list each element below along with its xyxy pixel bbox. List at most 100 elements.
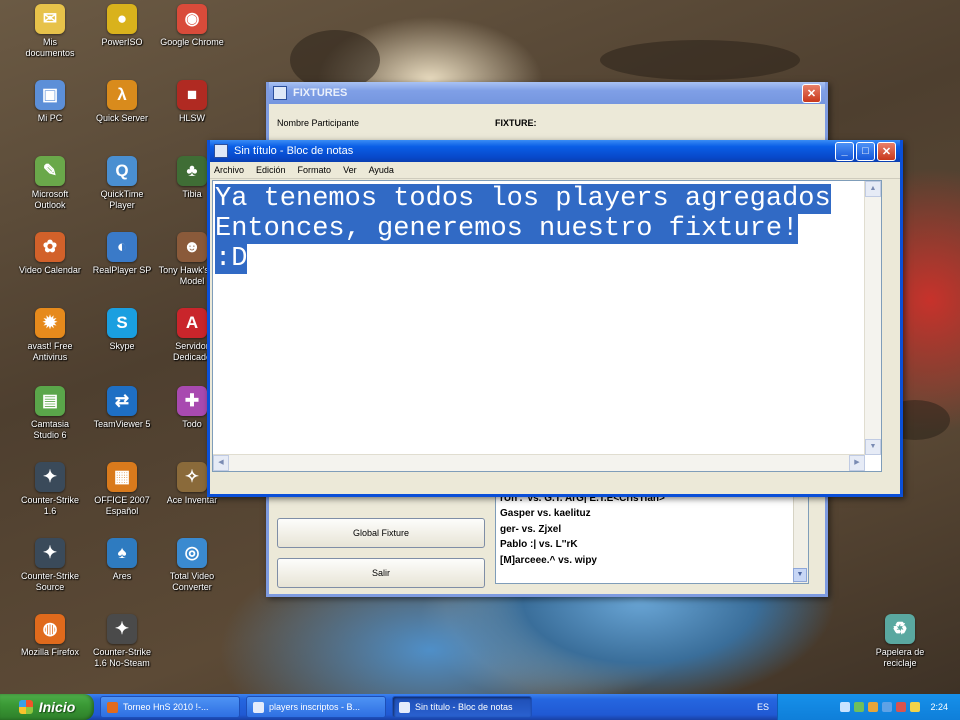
- fixture-match-row[interactable]: ger- vs. Zjxel: [496, 522, 808, 538]
- desktop-icon[interactable]: ● PowerISO: [86, 4, 158, 48]
- notepad-titlebar[interactable]: Sin título - Bloc de notas _ □ ✕: [210, 140, 900, 162]
- desktop-icon-label: PowerISO: [101, 37, 143, 47]
- fixture-match-row[interactable]: Gasper vs. kaelituz: [496, 506, 808, 522]
- language-indicator[interactable]: ES: [757, 702, 769, 712]
- exit-button[interactable]: Salir: [277, 558, 485, 588]
- desktop-icon[interactable]: ⇄ TeamViewer 5: [86, 386, 158, 430]
- desktop-icon-label: Ares: [112, 571, 132, 581]
- horizontal-scrollbar[interactable]: ◀ ▶: [213, 454, 865, 471]
- task-label: Torneo HnS 2010 !-...: [123, 702, 209, 712]
- camtasia-icon: ▤: [35, 386, 65, 416]
- hlsw-icon: ■: [177, 80, 207, 110]
- taskbar-task-notepad-active[interactable]: Sin título - Bloc de notas: [392, 696, 532, 718]
- desktop-icon[interactable]: S Skype: [86, 308, 158, 352]
- scroll-up-arrow-icon[interactable]: ▲: [865, 181, 881, 197]
- task-label: Sin título - Bloc de notas: [415, 702, 513, 712]
- text-editor[interactable]: Ya tenemos todos los players agregados E…: [212, 180, 882, 472]
- scroll-right-arrow-icon[interactable]: ▶: [849, 455, 865, 471]
- desktop-icon[interactable]: ▣ Mi PC: [14, 80, 86, 124]
- outlook-icon: ✎: [35, 156, 65, 186]
- maximize-button[interactable]: □: [856, 141, 875, 161]
- tibia-icon: ♣: [177, 156, 207, 186]
- fixture-match-row[interactable]: Pablo :| vs. L''rK: [496, 537, 808, 553]
- generate-fixture-button[interactable]: Global Fixture: [277, 518, 485, 548]
- desktop-icon[interactable]: ◐ RealPlayer SP: [86, 232, 158, 276]
- menu-ver[interactable]: Ver: [343, 165, 357, 175]
- scroll-left-arrow-icon[interactable]: ◀: [213, 455, 229, 471]
- desktop-icon-label: avast! Free Antivirus: [27, 341, 73, 362]
- half-life-icon: λ: [107, 80, 137, 110]
- desktop-icon[interactable]: ✎ Microsoft Outlook: [14, 156, 86, 211]
- taskbar: Inicio Torneo HnS 2010 !-... players ins…: [0, 694, 960, 720]
- desktop-icon[interactable]: ◎ Total Video Converter: [156, 538, 228, 593]
- desktop-icon[interactable]: λ Quick Server: [86, 80, 158, 124]
- notepad-title: Sin título - Bloc de notas: [234, 145, 354, 157]
- desktop-icon-label: Counter-Strike 1.6: [20, 495, 80, 516]
- fixtures-titlebar[interactable]: FIXTURES ✕: [269, 82, 825, 104]
- desktop-icon-label: Video Calendar: [19, 265, 81, 275]
- taskbar-task-firefox[interactable]: Torneo HnS 2010 !-...: [100, 696, 240, 718]
- desktop-icon[interactable]: ◍ Mozilla Firefox: [14, 614, 86, 658]
- counter-strike-icon: ✦: [35, 462, 65, 492]
- desktop-icon[interactable]: ✉ Mis documentos: [14, 4, 86, 59]
- start-button[interactable]: Inicio: [0, 694, 94, 720]
- notepad-window[interactable]: Sin título - Bloc de notas _ □ ✕ Archivo…: [207, 140, 903, 497]
- text-line: :D: [215, 244, 248, 274]
- desktop-icon-label: Microsoft Outlook: [31, 189, 69, 210]
- desktop-icon-label: Counter-Strike 1.6 No-Steam: [92, 647, 152, 668]
- desktop-icon[interactable]: ▦ OFFICE 2007 Español: [86, 462, 158, 517]
- scroll-down-arrow-icon[interactable]: ▼: [793, 568, 807, 582]
- scroll-down-arrow-icon[interactable]: ▼: [865, 439, 881, 455]
- desktop-icon[interactable]: ♻ Papelera de reciclaje: [864, 614, 936, 669]
- desktop-icon[interactable]: ▤ Camtasia Studio 6: [14, 386, 86, 441]
- desktop-icon[interactable]: ✹ avast! Free Antivirus: [14, 308, 86, 363]
- taskbar-task-notepad-players[interactable]: players inscriptos - B...: [246, 696, 386, 718]
- desktop-icon-label: QuickTime Player: [100, 189, 144, 210]
- desktop-icon[interactable]: ✦ Counter-Strike Source: [14, 538, 86, 593]
- desktop-icon-label: Counter-Strike Source: [20, 571, 80, 592]
- participant-label: Nombre Participante: [277, 118, 360, 128]
- desktop-icon[interactable]: ◉ Google Chrome: [156, 4, 228, 48]
- computer-icon: ▣: [35, 80, 65, 110]
- skype-icon: S: [107, 308, 137, 338]
- menu-ayuda[interactable]: Ayuda: [369, 165, 394, 175]
- tray-icon[interactable]: [896, 702, 907, 712]
- clock[interactable]: 2:24: [930, 702, 948, 712]
- recycle-bin-icon: ♻: [885, 614, 915, 644]
- close-button[interactable]: ✕: [802, 83, 821, 103]
- desktop-icon[interactable]: ✦ Counter-Strike 1.6: [14, 462, 86, 517]
- menu-edicion[interactable]: Edición: [256, 165, 286, 175]
- fixture-match-row[interactable]: [M]arceee.^ vs. wipy: [496, 553, 808, 569]
- quicktime-icon: Q: [107, 156, 137, 186]
- desktop-icon-label: Google Chrome: [160, 37, 224, 47]
- counter-strike-source-icon: ✦: [35, 538, 65, 568]
- tray-icon[interactable]: [854, 702, 865, 712]
- editor-text: Ya tenemos todos los players agregados E…: [213, 181, 881, 274]
- vertical-scrollbar[interactable]: ▲ ▼: [864, 181, 881, 455]
- text-line: Ya tenemos todos los players agregados: [215, 184, 831, 214]
- desktop-icon[interactable]: ♠ Ares: [86, 538, 158, 582]
- desktop-icon[interactable]: Q QuickTime Player: [86, 156, 158, 211]
- chrome-icon: ◉: [177, 4, 207, 34]
- minimize-button[interactable]: _: [835, 141, 854, 161]
- desktop-icon[interactable]: ✦ Counter-Strike 1.6 No-Steam: [86, 614, 158, 669]
- avast-icon: ✹: [35, 308, 65, 338]
- windows-flag-icon: [18, 700, 33, 714]
- tray-icon[interactable]: [868, 702, 879, 712]
- tray-icon[interactable]: [840, 702, 851, 712]
- desktop-icon-label: OFFICE 2007 Español: [94, 495, 150, 516]
- app-icon: [273, 86, 287, 100]
- task-label: players inscriptos - B...: [269, 702, 361, 712]
- folder-documents-icon: ✉: [35, 4, 65, 34]
- tray-icon[interactable]: [910, 702, 921, 712]
- desktop-icon[interactable]: ■ HLSW: [156, 80, 228, 124]
- desktop-icon-label: Mis documentos: [25, 37, 75, 58]
- desktop-icon[interactable]: ✿ Video Calendar: [14, 232, 86, 276]
- desktop-icon-label: Mozilla Firefox: [20, 647, 79, 657]
- desktop-icon-label: Total Video Converter: [169, 571, 215, 592]
- firefox-icon: [107, 701, 118, 713]
- menu-archivo[interactable]: Archivo: [214, 165, 244, 175]
- close-button[interactable]: ✕: [877, 141, 896, 161]
- menu-formato[interactable]: Formato: [298, 165, 332, 175]
- tray-icon[interactable]: [882, 702, 893, 712]
